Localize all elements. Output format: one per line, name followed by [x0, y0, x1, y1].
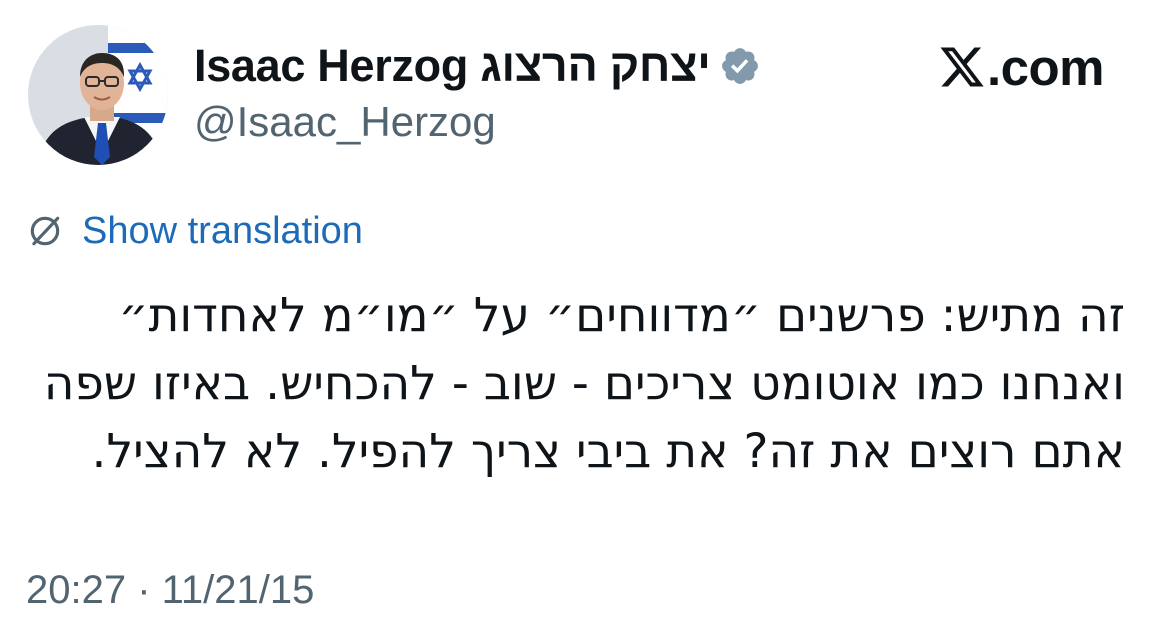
globe-slash-icon: [30, 216, 60, 246]
author-handle[interactable]: @Isaac_Herzog: [194, 98, 496, 146]
tweet-text-line: ואנחנו כמו אוטומט צריכים - שוב - להכחיש.…: [43, 356, 1125, 411]
site-logo: .com: [938, 36, 1105, 98]
tweet-text-line: אתם רוצים את זה? את ביבי צריך להפיל. לא …: [91, 424, 1125, 479]
avatar[interactable]: [28, 25, 168, 165]
author-display-name[interactable]: Isaac Herzog יצחק הרצוג: [194, 40, 711, 92]
site-logo-text: .com: [987, 38, 1105, 96]
tweet-body: זה מתיש: פרשנים ״מדווחים״ על ״מו״מ לאחדו…: [40, 282, 1125, 486]
author-name-row[interactable]: Isaac Herzog יצחק הרצוג: [194, 38, 761, 94]
tweet-card: Isaac Herzog יצחק הרצוג @Isaac_Herzog .c…: [0, 0, 1153, 635]
tweet-timestamp[interactable]: 20:27 · 11/21/15: [26, 568, 314, 613]
avatar-image: [28, 25, 168, 165]
x-logo-icon: [940, 47, 984, 87]
show-translation-label[interactable]: Show translation: [82, 210, 363, 253]
show-translation-button[interactable]: Show translation: [26, 208, 363, 254]
verified-badge-icon: [721, 48, 758, 84]
tweet-text-line: זה מתיש: פרשנים ״מדווחים״ על ״מו״מ לאחדו…: [118, 288, 1125, 343]
